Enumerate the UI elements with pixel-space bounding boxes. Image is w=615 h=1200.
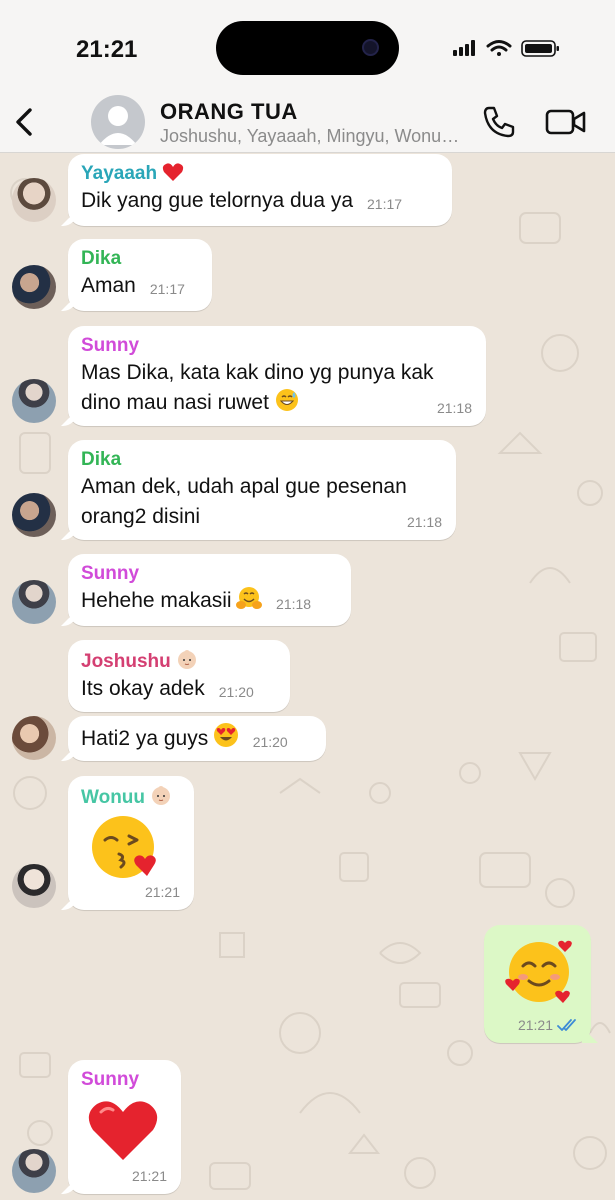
- message-bubble[interactable]: Sunny 21:21: [68, 1060, 181, 1194]
- heart-eyes-emoji: [213, 723, 238, 747]
- message-time: 21:18: [406, 514, 442, 530]
- signal-icon: [453, 40, 475, 56]
- message-bubble[interactable]: Yayaaah Dik yang gue telornya dua ya 21:1…: [68, 154, 452, 226]
- message-bubble[interactable]: Sunny Mas Dika, kata kak dino yg punya k…: [68, 326, 486, 426]
- back-arrow-icon[interactable]: [10, 102, 40, 142]
- red-heart-icon: [163, 163, 184, 181]
- group-title[interactable]: ORANG TUA: [160, 99, 298, 125]
- status-time: 21:21: [76, 36, 138, 63]
- message-list[interactable]: Yayaaah Dik yang gue telornya dua ya 21:1…: [0, 153, 615, 1200]
- sender-name: Wonuu: [81, 784, 180, 810]
- message-time: 21:21: [131, 1168, 167, 1184]
- message-time: 21:21: [144, 884, 180, 900]
- grinning-sweat-emoji: [275, 389, 298, 411]
- sender-name: Yayaaah: [81, 162, 438, 186]
- avatar-joshushu[interactable]: [12, 716, 56, 760]
- message-text: Mas Dika, kata kak dino yg punya kak: [81, 361, 434, 384]
- read-double-check-icon: [557, 1019, 576, 1031]
- avatar-sunny[interactable]: [12, 580, 56, 624]
- message-bubble-outgoing[interactable]: 21:21: [484, 925, 591, 1043]
- wifi-icon: [486, 40, 512, 56]
- chat-header: 21:21 ORANG TUA Joshushu, Yayaaah, Mingy…: [0, 0, 615, 153]
- sender-name: Dika: [81, 449, 122, 470]
- message-time: 21:17: [367, 196, 403, 212]
- message-time: 21:17: [149, 281, 185, 297]
- message-text: Aman: [81, 274, 136, 297]
- battery-icon: [521, 40, 559, 57]
- message-time: 21:18: [276, 596, 312, 612]
- message-bubble[interactable]: Dika Aman 21:17: [68, 239, 212, 311]
- sender-name: Sunny: [81, 563, 140, 584]
- message-bubble[interactable]: Wonuu 21:21: [68, 776, 194, 910]
- person-placeholder-icon: [99, 106, 137, 145]
- baby-emoji: [152, 786, 171, 805]
- avatar-dika[interactable]: [12, 493, 56, 537]
- baby-emoji: [178, 650, 197, 669]
- avatar-wonuu[interactable]: [12, 864, 56, 908]
- message-text: Its okay adek: [81, 677, 205, 700]
- red-heart-emoji: [88, 1101, 158, 1160]
- avatar-dika[interactable]: [12, 265, 56, 309]
- sender-name: Sunny: [81, 335, 140, 356]
- sender-name: Sunny: [81, 1069, 140, 1090]
- message-time: 21:18: [436, 400, 472, 416]
- avatar-yayaaah[interactable]: [12, 178, 56, 222]
- message-time: 21:20: [218, 684, 254, 700]
- hugging-face-emoji: [236, 587, 263, 609]
- message-text: Hehehe makasii: [81, 589, 232, 612]
- message-text: Aman dek, udah apal gue pesenan: [81, 475, 407, 498]
- message-time: 21:20: [252, 734, 288, 750]
- message-time: 21:21: [517, 1017, 553, 1033]
- sender-name: Joshushu: [81, 648, 276, 674]
- phone-call-icon[interactable]: [480, 104, 516, 140]
- message-bubble[interactable]: Dika Aman dek, udah apal gue pesenan ora…: [68, 440, 456, 540]
- video-call-icon[interactable]: [545, 108, 587, 136]
- message-bubble[interactable]: Sunny Hehehe makasii 21:18: [68, 554, 351, 626]
- message-text: Hati2 ya guys: [81, 727, 209, 750]
- message-text: Dik yang gue telornya dua ya: [81, 189, 354, 212]
- message-text-line2: dino mau nasi ruwet: [81, 388, 472, 418]
- dynamic-island: [216, 21, 399, 75]
- group-members[interactable]: Joshushu, Yayaaah, Mingyu, Wonuu, Dika, …: [160, 126, 460, 147]
- avatar-sunny[interactable]: [12, 1149, 56, 1193]
- message-bubble[interactable]: Hati2 ya guys 21:20: [68, 716, 326, 761]
- message-bubble[interactable]: Joshushu Its okay adek 21:20: [68, 640, 290, 712]
- kissing-heart-emoji: [92, 816, 156, 878]
- camera-icon: [362, 39, 379, 56]
- group-avatar[interactable]: [91, 95, 145, 149]
- avatar-sunny[interactable]: [12, 379, 56, 423]
- message-text-line2: orang2 disini: [81, 505, 201, 528]
- status-icons: [453, 40, 559, 57]
- smiling-hearts-emoji: [505, 940, 572, 1003]
- sender-name: Dika: [81, 248, 122, 269]
